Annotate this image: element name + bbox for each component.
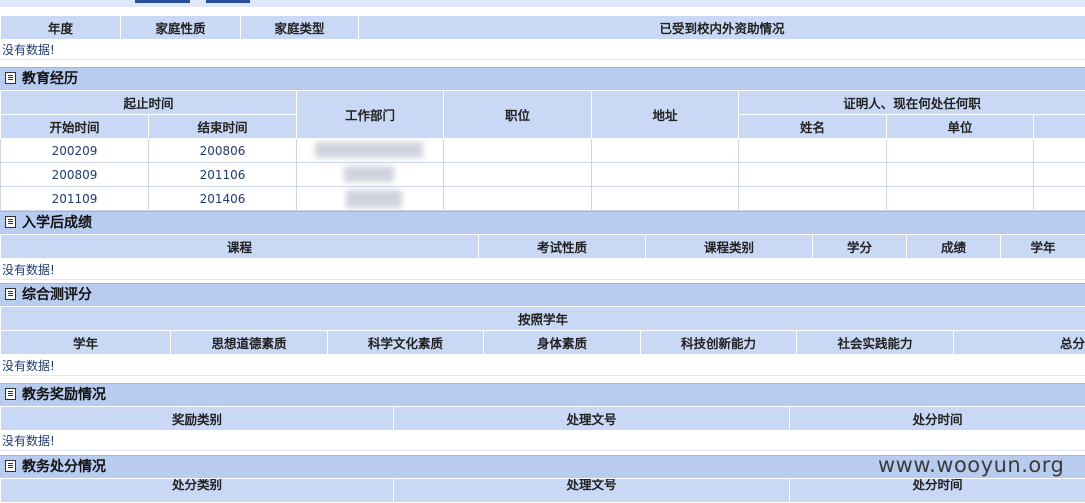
col-header-family-type: 家庭类型	[241, 16, 359, 40]
col-header-innovation: 科技创新能力	[641, 331, 797, 355]
col-header-doc-number: 处理文号	[394, 407, 790, 431]
section-title: 入学后成绩	[22, 215, 92, 231]
col-header-academic-year: 学年	[1001, 235, 1085, 259]
col-header-practice: 社会实践能力	[797, 331, 954, 355]
table-row: 201109 201406	[1, 187, 1085, 211]
section-icon	[5, 388, 16, 400]
family-aid-table: 年度 家庭性质 家庭类型 已受到校内外资助情况	[0, 15, 1085, 40]
end-date-cell: 200806	[149, 139, 297, 163]
col-header-year: 年度	[1, 16, 121, 40]
col-header-credits: 学分	[813, 235, 907, 259]
awards-table: 奖励类别 处理文号 处分时间	[0, 406, 1085, 431]
cut-off-tab	[206, 0, 250, 3]
col-header-course-category: 课程类别	[646, 235, 813, 259]
redaction-blur	[346, 190, 402, 208]
col-header-year: 学年	[1, 331, 171, 355]
col-header-witness-unit: 单位	[887, 115, 1034, 139]
col-header-doc-number: 处理文号	[394, 479, 790, 503]
start-date-cell: 200809	[1, 163, 149, 187]
section-header-evaluation: 综合测评分	[0, 283, 1085, 306]
witness-unit-cell	[887, 187, 1034, 211]
col-header-penalty-type: 处分类别	[1, 479, 394, 503]
empty-cell	[1034, 163, 1085, 187]
witness-name-cell	[739, 139, 887, 163]
section-header-grades: 入学后成绩	[0, 211, 1085, 234]
empty-message: 没有数据!	[0, 431, 1085, 451]
witness-unit-cell	[887, 139, 1034, 163]
education-table: 起止时间 工作部门 职位 地址 证明人、现在何处任何职 开始时间 结束时间 姓名…	[0, 90, 1085, 211]
redaction-blur	[344, 166, 394, 182]
section-title: 教务处分情况	[22, 459, 106, 475]
col-header-family-nature: 家庭性质	[121, 16, 241, 40]
start-date-cell: 201109	[1, 187, 149, 211]
col-header-penalty-time: 处分时间	[790, 407, 1085, 431]
section-title: 综合测评分	[22, 287, 92, 303]
empty-message: 没有数据!	[0, 260, 1085, 280]
penalties-table: 处分类别 处理文号 处分时间	[0, 478, 1085, 503]
table-row: 200209 200806	[1, 139, 1085, 163]
group-header-by-year: 按照学年	[1, 307, 1085, 331]
col-header-position: 职位	[444, 91, 592, 139]
col-header-physical: 身体素质	[484, 331, 641, 355]
previous-section-header	[0, 0, 1085, 7]
address-cell	[592, 163, 739, 187]
witness-name-cell	[739, 187, 887, 211]
witness-name-cell	[739, 163, 887, 187]
col-header-course: 课程	[1, 235, 479, 259]
col-header-start: 开始时间	[1, 115, 149, 139]
col-header-period: 起止时间	[1, 91, 297, 115]
col-header-score: 成绩	[907, 235, 1001, 259]
end-date-cell: 201106	[149, 163, 297, 187]
col-header-end: 结束时间	[149, 115, 297, 139]
col-header-exam-type: 考试性质	[479, 235, 646, 259]
col-header-aid-received: 已受到校内外资助情况	[359, 16, 1085, 40]
grades-table: 课程 考试性质 课程类别 学分 成绩 学年	[0, 234, 1085, 259]
cut-off-tab	[135, 0, 190, 3]
watermark: www.wooyun.org	[878, 453, 1064, 477]
address-cell	[592, 187, 739, 211]
position-cell	[444, 163, 592, 187]
section-icon	[5, 460, 16, 472]
section-icon	[5, 72, 16, 84]
table-row: 200809 201106	[1, 163, 1085, 187]
col-header-empty	[1034, 115, 1085, 139]
section-header-awards: 教务奖励情况	[0, 383, 1085, 406]
empty-message: 没有数据!	[0, 40, 1085, 60]
section-icon	[5, 216, 16, 228]
end-date-cell: 201406	[149, 187, 297, 211]
redaction-blur	[315, 142, 423, 158]
col-header-dept: 工作部门	[297, 91, 444, 139]
col-header-witness-name: 姓名	[739, 115, 887, 139]
start-date-cell: 200209	[1, 139, 149, 163]
col-header-moral: 思想道德素质	[171, 331, 328, 355]
col-header-award-type: 奖励类别	[1, 407, 394, 431]
empty-cell	[1034, 187, 1085, 211]
address-cell	[592, 139, 739, 163]
section-header-education: 教育经历	[0, 67, 1085, 90]
col-header-address: 地址	[592, 91, 739, 139]
col-header-science-culture: 科学文化素质	[328, 331, 484, 355]
section-title: 教育经历	[22, 71, 78, 87]
empty-cell	[1034, 139, 1085, 163]
evaluation-table: 按照学年 学年 思想道德素质 科学文化素质 身体素质 科技创新能力 社会实践能力…	[0, 306, 1085, 355]
section-title: 教务奖励情况	[22, 387, 106, 403]
witness-unit-cell	[887, 163, 1034, 187]
col-header-penalty-time: 处分时间	[790, 479, 1085, 503]
position-cell	[444, 139, 592, 163]
empty-message: 没有数据!	[0, 356, 1085, 376]
col-header-witness: 证明人、现在何处任何职	[739, 91, 1085, 115]
col-header-total: 总分	[954, 331, 1085, 355]
section-icon	[5, 288, 16, 300]
position-cell	[444, 187, 592, 211]
